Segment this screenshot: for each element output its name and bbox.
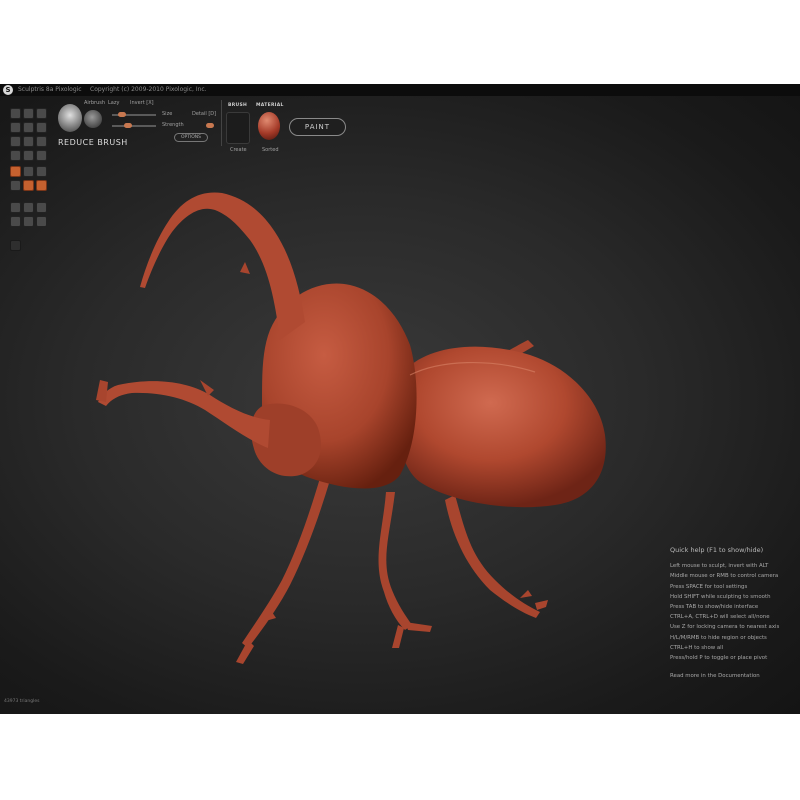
tool-button-active[interactable] [36,180,47,191]
beetle-leg [392,622,432,648]
options-button[interactable]: OPTIONS [174,133,208,142]
tool-button-active[interactable] [10,166,21,177]
beetle-abdomen [396,346,606,508]
tool-button[interactable] [36,202,47,213]
tool-button[interactable] [10,216,21,227]
paint-button[interactable]: PAINT [289,118,346,136]
tool-button[interactable] [10,136,21,147]
beetle-leg [378,492,412,630]
lazy-label[interactable]: Lazy [108,100,119,106]
tool-button[interactable] [36,108,47,119]
tool-button[interactable] [10,202,21,213]
beetle-leg [445,495,540,618]
help-line: Press/hold P to toggle or place pivot [670,655,768,662]
tool-button[interactable] [23,216,34,227]
size-label: Size [162,111,173,117]
brush-section-label: BRUSH [228,103,248,108]
beetle-horn-spike [240,262,250,274]
beetle-model[interactable] [96,192,606,664]
tool-button-active[interactable] [23,180,34,191]
tool-button[interactable] [23,166,34,177]
tool-button[interactable] [10,108,21,119]
tool-button[interactable] [10,122,21,133]
help-line: Hold SHIFT while sculpting to smooth [670,593,771,600]
material-value: Sorted [262,147,279,153]
tool-button[interactable] [10,240,21,251]
help-line: Press SPACE for tool settings [670,583,748,590]
beetle-leg [236,612,276,664]
help-line: Middle mouse or RMB to control camera [670,573,779,580]
quick-help-panel: Quick help (F1 to show/hide) Left mouse … [670,545,779,681]
help-line: Press TAB to show/hide interface [670,604,759,611]
tool-button[interactable] [23,136,34,147]
detail-label[interactable]: Detail [D] [192,111,216,117]
beetle-horn-upper [140,192,305,340]
documentation-link[interactable]: Read more in the Documentation [670,671,779,681]
tool-button[interactable] [23,202,34,213]
strength-label: Strength [162,122,184,128]
tool-button[interactable] [23,150,34,161]
brush-texture-value: Create [230,147,247,153]
tool-button[interactable] [36,166,47,177]
tool-button[interactable] [36,136,47,147]
material-sphere-icon[interactable] [258,112,280,140]
help-line: Use Z for locking camera to nearest axis [670,624,780,631]
airbrush-icon[interactable] [84,110,102,128]
invert-label[interactable]: Invert [X] [130,100,154,106]
brush-texture-slot[interactable] [226,112,250,144]
tool-button[interactable] [23,122,34,133]
tool-button[interactable] [23,108,34,119]
help-line: Left mouse to sculpt, invert with ALT [670,563,769,570]
tool-button[interactable] [36,150,47,161]
strength-slider[interactable] [112,125,156,127]
tool-button[interactable] [36,122,47,133]
size-slider-knob[interactable] [118,112,126,117]
tool-button[interactable] [10,150,21,161]
triangle-count: 43973 triangles [4,699,40,704]
help-line: CTRL+A, CTRL+D will select all/none [670,614,770,621]
tool-button[interactable] [10,180,21,191]
help-line: H/L/M/RMB to hide region or objects [670,634,767,641]
beetle-horn-lower [98,381,270,448]
beetle-leg [242,478,330,648]
quick-help-title: Quick help (F1 to show/hide) [670,546,764,554]
help-line: CTRL+H to show all [670,644,724,651]
brush-icon[interactable] [58,104,82,132]
strength-slider-knob[interactable] [124,123,132,128]
brush-name: REDUCE BRUSH [58,138,128,147]
tool-button[interactable] [36,216,47,227]
detail-knob[interactable] [206,123,214,128]
toolbar-divider [221,100,222,146]
material-section-label: MATERIAL [256,103,284,108]
airbrush-label[interactable]: Airbrush [84,100,105,106]
